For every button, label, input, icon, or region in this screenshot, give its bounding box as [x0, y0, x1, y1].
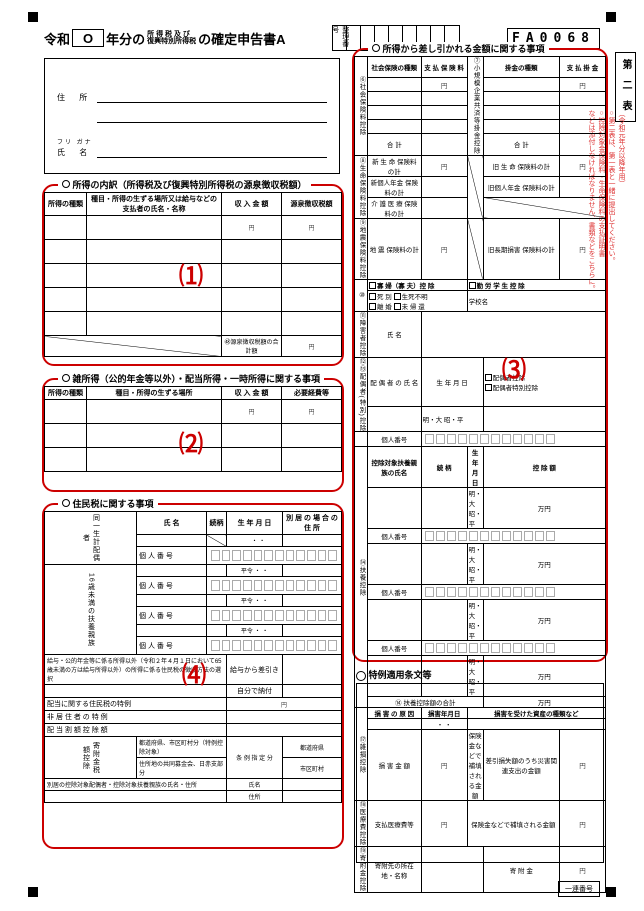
section-resident-tax: 住民税に関する事項 ⑷ 同一生計配偶者 氏 名続柄生 年 月 日別 居 の 場 … [42, 503, 344, 849]
form-title: 令和 O 年分の 所 得 税 及 び復興特別所得税 の確定申告書A [44, 29, 286, 48]
section-deductions: 所得から差し引かれる金額に関する事項 ⑶ ⑥社会保険料控除 社会保険の種類支 払… [352, 48, 608, 662]
serial-seal: 一連番号 [558, 881, 600, 897]
special-provisions: 特例適用条文等 [356, 668, 604, 863]
section-misc-income: 雑所得（公的年金等以外）・配当所得・一時所得に関する事項 ⑵ 所得の種類種目・所… [42, 378, 344, 492]
section-income-breakdown: 所得の内訳（所得税及び復興特別所得税の源泉徴収税額） ⑴ 所得の種類種目・所得の… [42, 184, 344, 366]
name-address-panel: 住 所 フリ ガナ 氏 名 [44, 58, 340, 174]
